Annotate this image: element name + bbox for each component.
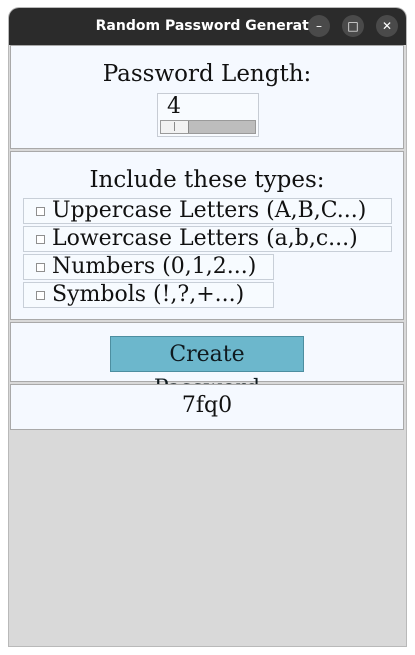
symbols-checkbox-row[interactable]: Symbols (!,?,+...) [23,282,274,308]
checkbox-icon[interactable] [36,263,45,272]
maximize-icon: □ [347,19,359,33]
password-output-panel: 7fq0 [10,384,404,430]
lowercase-checkbox-row[interactable]: Lowercase Letters (a,b,c...) [23,226,392,252]
window-content: Password Length: 4 Include these types: … [10,45,405,646]
slider-thumb[interactable] [161,121,189,133]
create-password-button[interactable]: Create Password [110,336,304,401]
title-bar: Random Password Generator – □ ✕ [9,8,406,45]
numbers-checkbox-row[interactable]: Numbers (0,1,2...) [23,254,274,280]
uppercase-checkbox-row[interactable]: Uppercase Letters (A,B,C...) [23,198,392,224]
include-types-title: Include these types: [89,167,325,193]
lowercase-label: Lowercase Letters (a,b,c...) [52,226,358,251]
app-window: Random Password Generator – □ ✕ Password… [9,8,406,646]
numbers-label: Numbers (0,1,2...) [52,254,257,279]
generated-password: 7fq0 [181,393,233,418]
checkbox-icon[interactable] [36,235,45,244]
uppercase-label: Uppercase Letters (A,B,C...) [52,198,367,223]
close-button[interactable]: ✕ [376,15,398,37]
checkbox-icon[interactable] [36,291,45,300]
minimize-icon: – [316,19,322,33]
create-password-panel: Create Password [10,322,404,401]
maximize-button[interactable]: □ [342,15,364,37]
close-icon: ✕ [381,19,393,33]
symbols-label: Symbols (!,?,+...) [52,282,245,307]
password-length-panel: Password Length: 4 [10,45,404,149]
include-types-panel: Include these types: Uppercase Letters (… [10,151,404,320]
password-length-title: Password Length: [102,61,312,87]
checkbox-icon[interactable] [36,207,45,216]
minimize-button[interactable]: – [308,15,330,37]
password-length-control[interactable]: 4 [157,93,259,137]
password-length-slider[interactable] [160,120,256,134]
password-length-value: 4 [167,94,181,119]
